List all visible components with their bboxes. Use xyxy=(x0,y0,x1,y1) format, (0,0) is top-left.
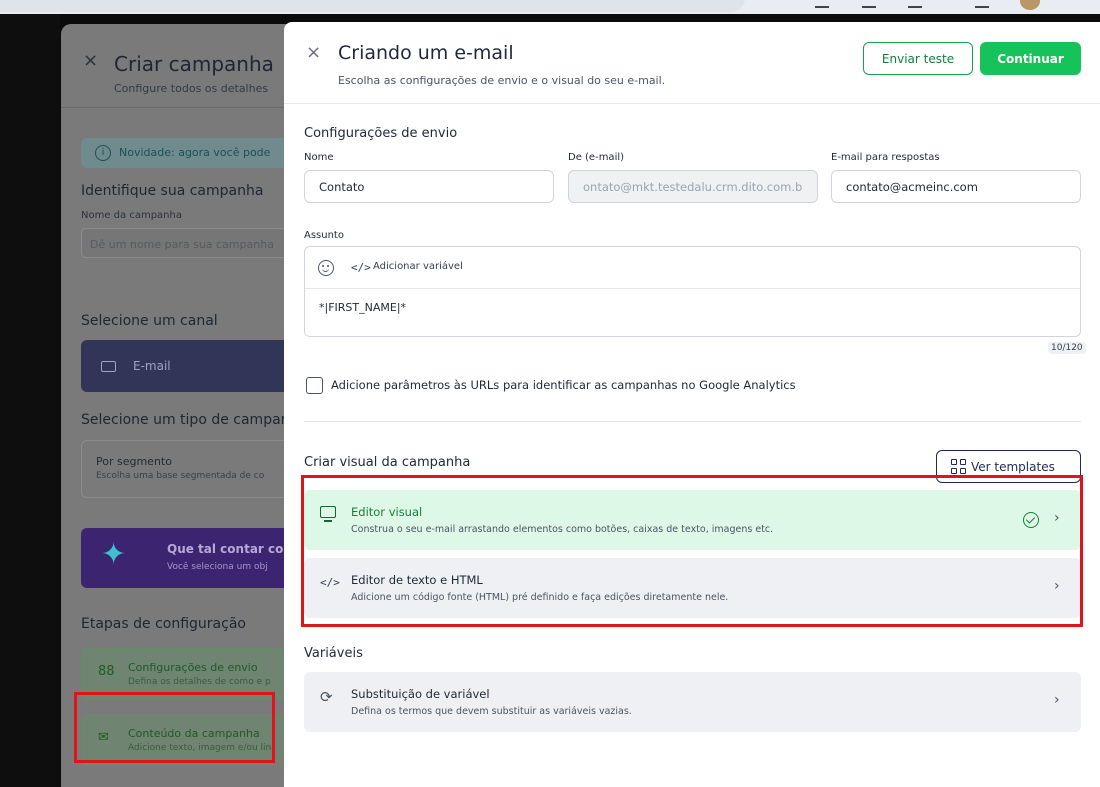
avatar[interactable] xyxy=(1020,0,1040,10)
sparkle-icon: ✦ xyxy=(101,537,127,572)
from-email-label: De (e-mail) xyxy=(568,152,625,163)
close-icon[interactable]: × xyxy=(83,50,98,71)
code-icon: </> xyxy=(320,576,340,589)
subject-label: Assunto xyxy=(304,230,344,241)
subject-editor[interactable]: </> Adicionar variável *|FIRST_NAME|* xyxy=(304,246,1081,337)
step-send-settings[interactable]: 88 Configurações de envio Defina os deta… xyxy=(81,648,301,700)
background-campaign-panel: × Criar campanha Configure todos os deta… xyxy=(61,24,301,787)
chevron-right-icon: › xyxy=(1054,692,1060,708)
continue-button[interactable]: Continuar xyxy=(980,42,1081,75)
view-templates-button[interactable]: Ver templates xyxy=(936,450,1081,483)
segment-subtitle: Escolha uma base segmentada de co xyxy=(96,471,265,481)
subject-input[interactable]: *|FIRST_NAME|* xyxy=(319,301,406,314)
drawer-header: × Criando um e-mail Escolha as configura… xyxy=(284,22,1100,104)
editor-visual-option[interactable]: Editor visual Construa o seu e-mail arra… xyxy=(304,490,1081,550)
editor-visual-title: Editor visual xyxy=(351,505,423,519)
address-text: pag xyxy=(6,0,30,1)
channel-email-label: E-mail xyxy=(133,359,171,373)
variables-heading: Variáveis xyxy=(304,646,363,661)
variable-substitution-title: Substituição de variável xyxy=(351,687,490,701)
editor-html-title: Editor de texto e HTML xyxy=(351,573,483,587)
page-subtitle: Configure todos os detalhes xyxy=(114,82,269,95)
step-campaign-content[interactable]: ✉ Conteúdo da campanha Adicione texto, i… xyxy=(81,714,301,766)
channel-heading: Selecione um canal xyxy=(81,313,218,329)
send-test-button[interactable]: Enviar teste xyxy=(863,42,973,75)
code-icon: </> xyxy=(351,261,371,274)
browser-extension-icon[interactable] xyxy=(975,0,989,8)
monitor-icon xyxy=(320,506,336,522)
browser-toolbar: pag xyxy=(0,0,1100,14)
step-subtitle: Defina os detalhes de como e p xyxy=(128,677,271,687)
chevron-right-icon: › xyxy=(1054,578,1060,594)
step-subtitle: Adicione texto, imagem e/ou lin xyxy=(128,743,272,753)
page-title: Criar campanha xyxy=(114,52,274,76)
send-settings-heading: Configurações de envio xyxy=(304,126,458,141)
view-templates-label: Ver templates xyxy=(971,459,1055,474)
variable-substitution-subtitle: Defina os termos que devem substituir as… xyxy=(351,706,632,717)
check-circle-icon xyxy=(1023,512,1039,528)
reply-email-input[interactable] xyxy=(831,170,1081,203)
char-counter: 10/120 xyxy=(1048,342,1086,354)
segment-option[interactable]: Por segmento Escolha uma base segmentada… xyxy=(81,440,301,498)
address-bar[interactable]: pag xyxy=(0,0,745,12)
info-banner: i Novidade: agora você pode xyxy=(81,138,301,168)
close-icon[interactable]: × xyxy=(306,42,321,63)
subject-toolbar: </> Adicionar variável xyxy=(305,247,1080,289)
editor-visual-subtitle: Construa o seu e-mail arrastando element… xyxy=(351,524,774,535)
info-banner-text: Novidade: agora você pode xyxy=(119,146,271,159)
steps-heading: Etapas de configuração xyxy=(81,616,246,632)
emoji-icon[interactable] xyxy=(318,260,334,276)
variable-substitution-option[interactable]: ⟳ Substituição de variável Defina os ter… xyxy=(304,672,1081,732)
campaign-name-input[interactable]: Dê um nome para sua campanha xyxy=(81,228,301,258)
drawer-subtitle: Escolha as configurações de envio e o vi… xyxy=(338,74,666,87)
browser-extension-icon[interactable] xyxy=(815,0,829,8)
info-icon: i xyxy=(95,145,111,161)
drawer-title: Criando um e-mail xyxy=(338,42,514,64)
from-email-input xyxy=(568,170,818,203)
add-variable-button[interactable]: Adicionar variável xyxy=(373,261,463,272)
reply-email-label: E-mail para respostas xyxy=(831,152,940,163)
campaign-name-label: Nome da campanha xyxy=(81,210,182,221)
chevron-right-icon: › xyxy=(1054,510,1060,526)
refresh-icon: ⟳ xyxy=(320,688,333,706)
divider xyxy=(304,421,1081,422)
editor-html-option[interactable]: </> Editor de texto e HTML Adicione um c… xyxy=(304,558,1081,618)
name-input[interactable] xyxy=(304,170,554,203)
grid-icon: 88 xyxy=(98,664,115,679)
name-label: Nome xyxy=(304,152,334,163)
campaign-visual-heading: Criar visual da campanha xyxy=(304,455,471,470)
promo-subtitle: Você seleciona um obj xyxy=(167,562,268,572)
promo-card[interactable]: ✦ Que tal contar com Você seleciona um o… xyxy=(81,528,301,588)
channel-email-option[interactable]: E-mail xyxy=(81,340,301,392)
divider xyxy=(61,107,301,108)
email-drawer: × Criando um e-mail Escolha as configura… xyxy=(284,22,1100,787)
utm-checkbox-label[interactable]: Adicione parâmetros às URLs para identif… xyxy=(331,378,796,392)
envelope-icon: ✉ xyxy=(98,730,109,745)
background-sidebar xyxy=(0,14,60,787)
browser-extension-icon[interactable] xyxy=(908,0,922,8)
editor-html-subtitle: Adicione um código fonte (HTML) pré defi… xyxy=(351,592,729,603)
templates-grid-icon xyxy=(951,459,967,475)
envelope-icon xyxy=(101,361,116,372)
identify-heading: Identifique sua campanha xyxy=(81,183,264,199)
utm-checkbox[interactable] xyxy=(306,377,323,394)
promo-title: Que tal contar com xyxy=(167,542,296,556)
segment-title: Por segmento xyxy=(96,455,172,468)
step-title: Configurações de envio xyxy=(128,661,258,674)
campaign-type-heading: Selecione um tipo de campanha xyxy=(81,412,301,428)
step-title: Conteúdo da campanha xyxy=(128,727,260,740)
browser-extension-icon[interactable] xyxy=(862,0,876,8)
